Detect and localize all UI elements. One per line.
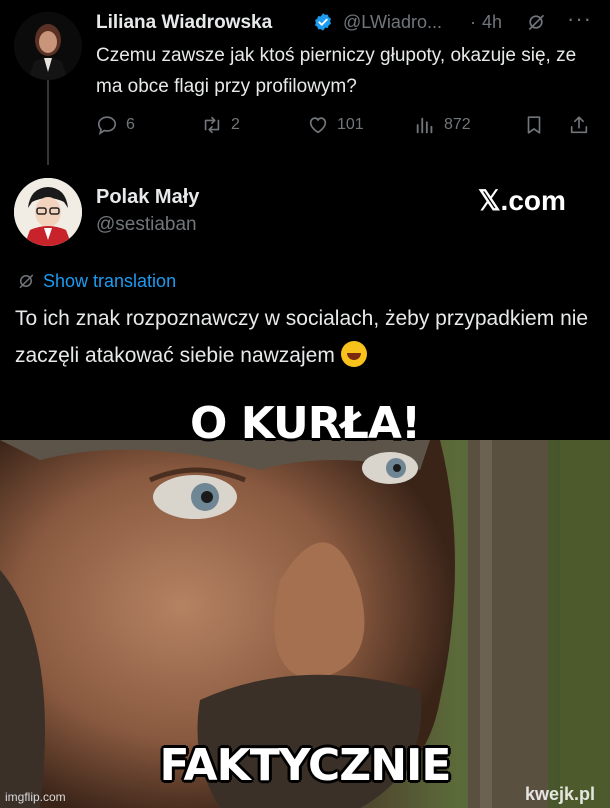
tweet-original[interactable]: Liliana Wiadrowska @LWiadro... · 4h ··· … xyxy=(0,0,610,172)
avatar-photo xyxy=(14,12,82,80)
show-translation-label: Show translation xyxy=(43,270,177,291)
tweet-actions: 6 2 101 872 xyxy=(96,110,596,140)
tweet-text: Czemu zawsze jak ktoś pierniczy głupoty,… xyxy=(96,45,577,97)
kwejk-watermark: kwejk.pl xyxy=(525,784,596,804)
views-button[interactable]: 872 xyxy=(414,110,471,140)
repost-button[interactable]: 2 xyxy=(201,110,240,140)
x-com-logo: 𝕏.com xyxy=(478,185,566,216)
grok-icon[interactable] xyxy=(526,12,546,32)
imgflip-watermark: imgflip.com xyxy=(5,790,66,804)
avatar-illustration xyxy=(14,178,82,246)
bookmark-icon xyxy=(527,116,541,134)
more-icon[interactable]: ··· xyxy=(567,6,592,32)
verified-badge-icon xyxy=(315,13,331,31)
thread-line xyxy=(47,80,49,172)
reply-count: 6 xyxy=(126,116,135,133)
share-button[interactable] xyxy=(568,110,598,140)
reply-icon xyxy=(97,116,117,136)
tweet-text: To ich znak rozpoznawczy w socialach, że… xyxy=(15,300,595,374)
share-icon xyxy=(570,116,588,134)
meme-top-caption: O KURŁA! xyxy=(189,398,421,449)
laughing-emoji-icon xyxy=(340,341,367,367)
like-icon xyxy=(309,117,327,134)
like-count: 101 xyxy=(337,116,364,133)
separator-dot: · xyxy=(470,12,476,32)
repost-count: 2 xyxy=(231,116,240,133)
views-count: 872 xyxy=(444,116,471,133)
bookmark-button[interactable] xyxy=(523,110,553,140)
like-button[interactable]: 101 xyxy=(307,110,364,140)
author-handle[interactable]: @LWiadro... xyxy=(343,12,442,33)
show-translation-link[interactable]: Show translation xyxy=(17,269,176,293)
reply-button[interactable]: 6 xyxy=(96,110,135,140)
author-name[interactable]: Liliana Wiadrowska xyxy=(96,12,272,34)
translate-icon xyxy=(19,274,34,289)
avatar[interactable] xyxy=(14,12,82,80)
meme-bottom-caption: FAKTYCZNIE xyxy=(159,740,452,791)
avatar[interactable] xyxy=(14,178,82,246)
timestamp[interactable]: 4h xyxy=(482,12,502,33)
tweet-text-content: To ich znak rozpoznawczy w socialach, że… xyxy=(15,307,589,367)
author-handle[interactable]: @sestiaban xyxy=(96,214,197,236)
repost-icon xyxy=(204,116,220,134)
views-icon xyxy=(416,117,433,134)
author-name[interactable]: Polak Mały xyxy=(96,186,199,209)
